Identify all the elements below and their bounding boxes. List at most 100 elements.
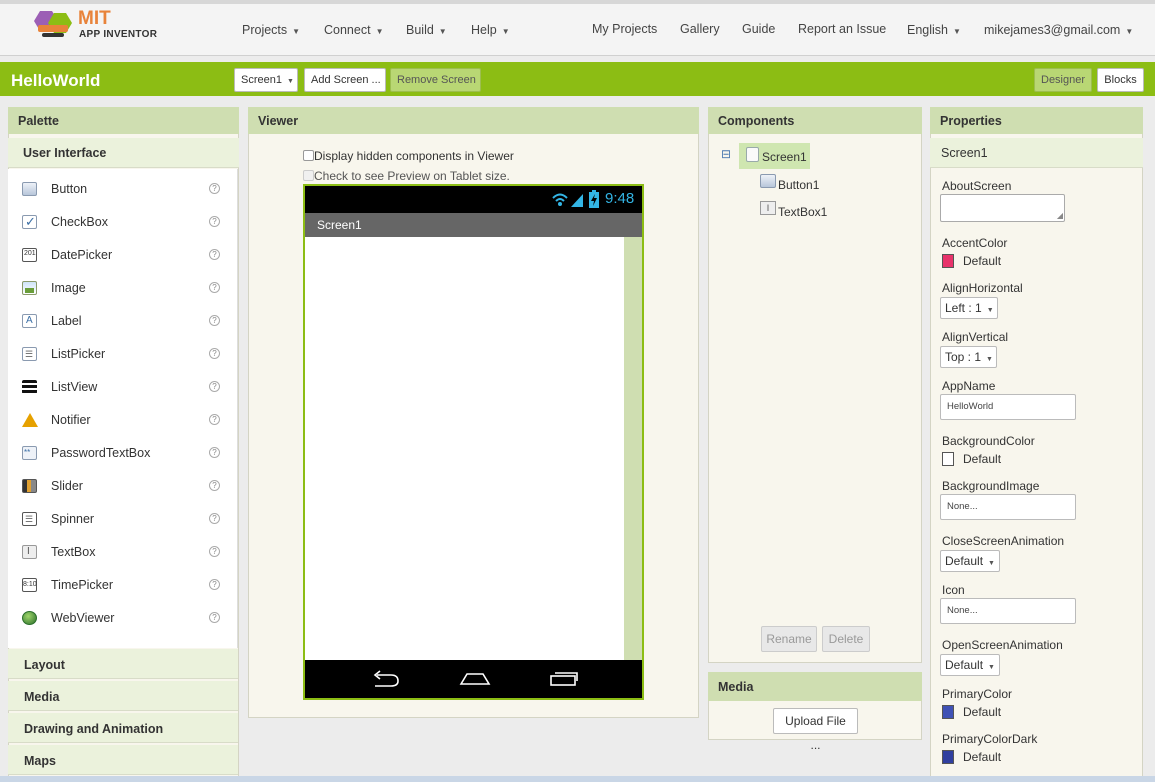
palette-item-listview[interactable]: ListView? [8,370,226,403]
help-icon[interactable]: ? [209,414,220,425]
help-icon[interactable]: ? [209,183,220,194]
hidden-components-checkbox[interactable] [303,150,314,161]
link-my-projects[interactable]: My Projects [592,22,657,36]
palette-item-label[interactable]: ALabel? [8,304,226,337]
background-color-value[interactable]: Default [963,452,1001,466]
tree-item-textbox1[interactable]: I TextBox1 [760,201,830,221]
background-image-input[interactable]: None... [940,494,1076,520]
palette-item-checkbox[interactable]: ✓CheckBox? [8,205,226,238]
help-icon[interactable]: ? [209,513,220,524]
link-gallery[interactable]: Gallery [680,22,720,36]
notifier-icon [22,413,38,427]
home-icon[interactable] [459,670,491,688]
user-menu[interactable]: mikejames3@gmail.com▼ [984,23,1133,37]
palette-item-button[interactable]: Button? [8,172,226,205]
palette-item-timepicker[interactable]: 8:10TimePicker? [8,568,226,601]
tablet-preview-option[interactable]: Check to see Preview on Tablet size. [303,169,510,183]
accent-color-swatch[interactable] [942,254,954,268]
chevron-down-icon: ▼ [953,27,961,36]
app-inventor-logo-icon[interactable] [32,9,76,45]
palette-item-listpicker[interactable]: ☰ListPicker? [8,337,226,370]
tree-item-button1[interactable]: Button1 [760,174,830,194]
palette-item-notifier[interactable]: Notifier? [8,403,226,436]
delete-button[interactable]: Delete [822,626,870,652]
rename-button[interactable]: Rename [761,626,817,652]
prop-alignv-label: AlignVertical [942,330,1008,344]
upload-file-button[interactable]: Upload File ... [773,708,858,734]
tree-collapse-icon[interactable]: ⊟ [721,147,731,161]
language-menu[interactable]: English▼ [907,23,961,37]
hidden-components-option[interactable]: Display hidden components in Viewer [303,149,514,163]
align-vertical-select[interactable]: Top : 1▼ [940,346,997,368]
prop-primary-label: PrimaryColor [942,687,1012,701]
properties-component-name: Screen1 [930,138,1143,168]
remove-screen-button[interactable]: Remove Screen [390,68,481,92]
recent-apps-icon[interactable] [549,668,579,688]
primary-color-swatch[interactable] [942,705,954,719]
palette-category-drawing[interactable]: Drawing and Animation [8,713,238,743]
help-icon[interactable]: ? [209,348,220,359]
palette-category-media[interactable]: Media [8,681,238,711]
palette-item-label: ListPicker [51,347,105,361]
textbox-icon: I [760,201,776,215]
add-screen-button[interactable]: Add Screen ... [304,68,386,92]
phone-status-bar: 9:48 [305,186,642,213]
nav-connect[interactable]: Connect▼ [324,23,383,37]
palette-item-datepicker[interactable]: 201DatePicker? [8,238,226,271]
designer-button[interactable]: Designer [1034,68,1092,92]
nav-projects[interactable]: Projects▼ [242,23,300,37]
palette-item-image[interactable]: Image? [8,271,226,304]
align-horizontal-select[interactable]: Left : 1▼ [940,297,998,319]
chevron-down-icon: ▼ [987,307,994,314]
slider-icon [22,479,37,493]
screen-canvas[interactable] [305,237,624,660]
help-icon[interactable]: ? [209,480,220,491]
chevron-down-icon: ▼ [988,664,995,671]
screen-scrollbar[interactable] [624,237,642,660]
help-icon[interactable]: ? [209,381,220,392]
palette-title: Palette [8,107,239,134]
blocks-button[interactable]: Blocks [1097,68,1144,92]
screen-select[interactable]: Screen1▼ [234,68,298,92]
close-animation-select[interactable]: Default▼ [940,550,1000,572]
nav-help[interactable]: Help▼ [471,23,510,37]
palette-item-label: Spinner [51,512,94,526]
palette-category-maps[interactable]: Maps [8,745,238,775]
link-guide[interactable]: Guide [742,22,775,36]
help-icon[interactable]: ? [209,216,220,227]
palette-item-passwordtextbox[interactable]: **PasswordTextBox? [8,436,226,469]
help-icon[interactable]: ? [209,612,220,623]
primary-color-value[interactable]: Default [963,705,1001,719]
palette-item-spinner[interactable]: ☰Spinner? [8,502,226,535]
appname-input[interactable]: HelloWorld [940,394,1076,420]
link-report-issue[interactable]: Report an Issue [798,22,886,36]
background-color-swatch[interactable] [942,452,954,466]
bottom-scrollbar[interactable] [0,776,1155,782]
tablet-preview-checkbox[interactable] [303,170,314,181]
primary-dark-color-value[interactable]: Default [963,750,1001,764]
help-icon[interactable]: ? [209,447,220,458]
nav-build[interactable]: Build▼ [406,23,447,37]
help-icon[interactable]: ? [209,579,220,590]
primary-dark-color-swatch[interactable] [942,750,954,764]
prop-icon-label: Icon [942,583,965,597]
tree-item-screen1[interactable]: Screen1 [739,143,810,169]
palette-category-layout[interactable]: Layout [8,649,238,679]
help-icon[interactable]: ? [209,315,220,326]
palette-category-user-interface[interactable]: User Interface [8,138,239,168]
help-icon[interactable]: ? [209,282,220,293]
open-animation-select[interactable]: Default▼ [940,654,1000,676]
palette-item-webviewer[interactable]: WebViewer? [8,601,226,634]
palette-item-textbox[interactable]: ITextBox? [8,535,226,568]
help-icon[interactable]: ? [209,249,220,260]
resize-handle-icon[interactable]: ◢ [1057,211,1063,220]
help-icon[interactable]: ? [209,546,220,557]
phone-nav-bar [305,660,642,698]
palette-item-slider[interactable]: Slider? [8,469,226,502]
accent-color-value[interactable]: Default [963,254,1001,268]
palette-item-label: Notifier [51,413,91,427]
chevron-down-icon: ▼ [376,27,384,36]
icon-input[interactable]: None... [940,598,1076,624]
back-icon[interactable] [371,670,401,688]
about-screen-textarea[interactable]: ◢ [940,194,1065,222]
